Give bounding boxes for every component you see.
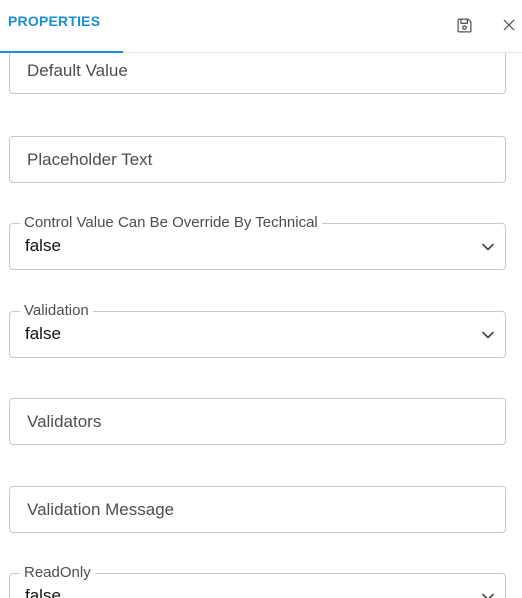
validators-placeholder: Validators xyxy=(27,412,102,431)
tab-properties-label: PROPERTIES xyxy=(8,13,101,29)
chevron-down-icon xyxy=(481,590,495,598)
scrollbar[interactable] xyxy=(518,53,522,598)
panel-header: PROPERTIES xyxy=(0,0,522,53)
properties-form: Default Value Placeholder Text Control V… xyxy=(0,53,522,598)
close-icon xyxy=(503,19,515,31)
save-button[interactable] xyxy=(453,14,475,36)
properties-panel: PROPERTIES Default Value Placeholder Tex… xyxy=(0,0,522,598)
default-value-placeholder: Default Value xyxy=(27,61,128,80)
chevron-down-icon xyxy=(481,240,495,254)
close-button[interactable] xyxy=(498,14,520,36)
save-icon xyxy=(456,17,472,33)
validation-value: false xyxy=(25,324,61,343)
validation-message-placeholder: Validation Message xyxy=(27,500,175,519)
placeholder-text-field[interactable]: Placeholder Text xyxy=(9,136,506,183)
control-override-select[interactable]: Control Value Can Be Override By Technic… xyxy=(9,214,506,270)
chevron-down-icon xyxy=(481,328,495,342)
readonly-label: ReadOnly xyxy=(20,564,95,582)
validation-message-field[interactable]: Validation Message xyxy=(9,486,506,533)
readonly-value: false xyxy=(25,586,61,598)
control-override-label: Control Value Can Be Override By Technic… xyxy=(20,214,322,232)
tab-properties[interactable]: PROPERTIES xyxy=(0,0,123,53)
default-value-field[interactable]: Default Value xyxy=(9,53,506,94)
validators-field[interactable]: Validators xyxy=(9,398,506,445)
placeholder-text-placeholder: Placeholder Text xyxy=(27,150,153,169)
readonly-select[interactable]: ReadOnly false xyxy=(9,564,506,598)
control-override-value: false xyxy=(25,236,61,255)
validation-select[interactable]: Validation false xyxy=(9,302,506,358)
validation-label: Validation xyxy=(20,302,93,320)
